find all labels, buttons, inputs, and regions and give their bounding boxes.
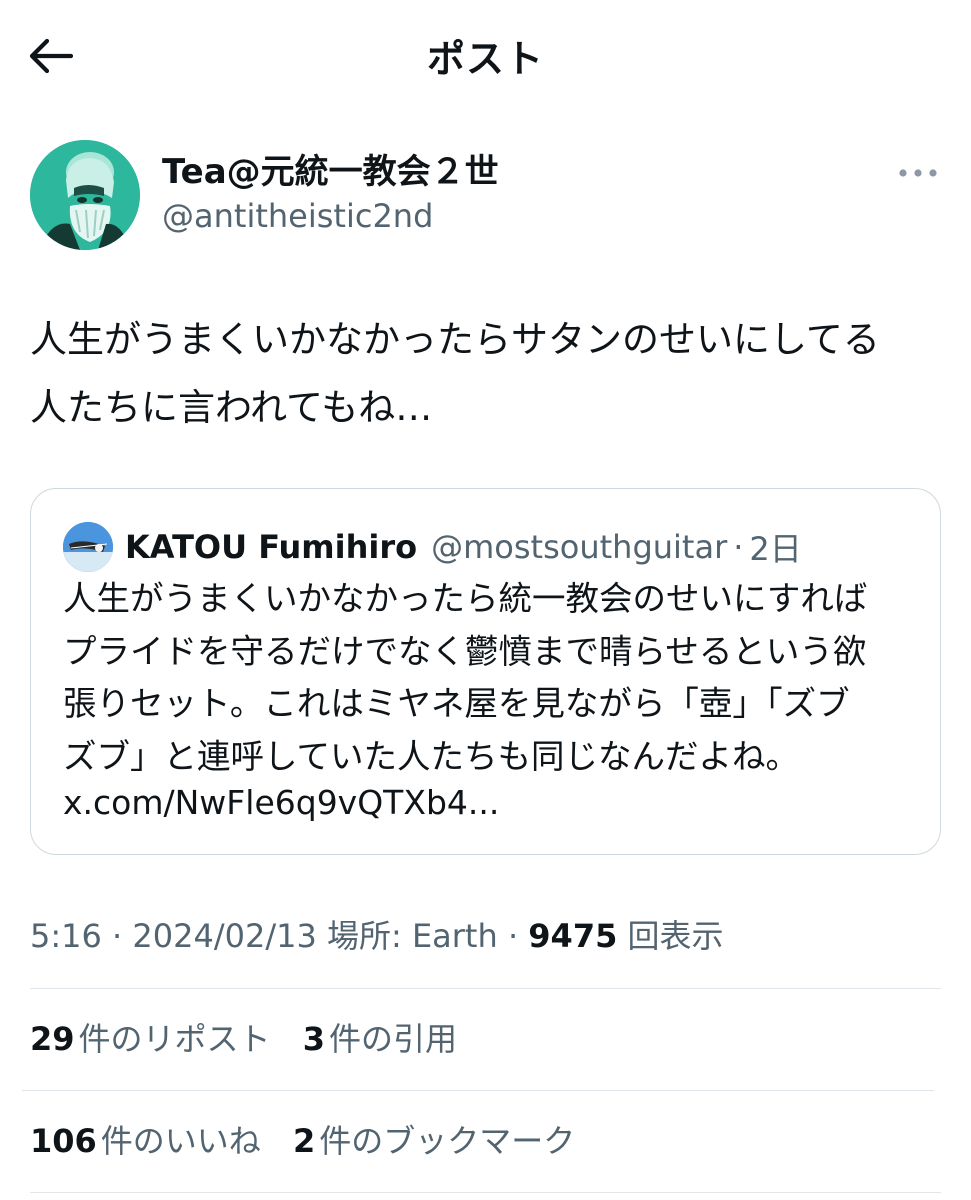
likes-label: 件のいいね xyxy=(100,1122,261,1160)
quoted-post-card[interactable]: KATOU Fumihiro @mostsouthguitar · 2日 人生が… xyxy=(30,488,941,855)
likes-count: 106 xyxy=(30,1122,97,1160)
repost-stats-row: 29 件のリポスト 3 件の引用 xyxy=(30,1013,479,1065)
likes-stat[interactable]: 106 件のいいね xyxy=(30,1122,261,1160)
quoted-text-line: ズブ」と連呼していた人たちも同じなんだよね。 xyxy=(63,736,799,776)
like-stats-row: 106 件のいいね 2 件のブックマーク xyxy=(30,1115,597,1167)
author-handle[interactable]: @antitheistic2nd xyxy=(162,194,499,238)
divider xyxy=(30,1192,941,1193)
divider xyxy=(30,988,941,989)
reposts-count: 29 xyxy=(30,1020,75,1058)
quoted-avatar xyxy=(63,522,113,572)
more-horizontal-icon xyxy=(899,169,937,177)
reposts-stat[interactable]: 29 件のリポスト xyxy=(30,1020,271,1058)
post-meta: 5:16 · 2024/02/13 場所: Earth · 9475 回表示 xyxy=(30,917,724,955)
post-text-line: 人生がうまくいかなかったらサタンのせいにしてる xyxy=(30,318,880,361)
divider xyxy=(22,1090,934,1091)
views-label: 回表示 xyxy=(627,917,724,955)
post-text: 人生がうまくいかなかったらサタンのせいにしてる 人たちに言われてもね… xyxy=(30,306,950,442)
quoted-text-line: 人生がうまくいかなかったら統一教会のせいにすれば xyxy=(63,579,868,618)
post-author: Tea@元統一教会２世 @antitheistic2nd xyxy=(30,140,941,252)
quotes-count: 3 xyxy=(302,1020,325,1058)
top-bar: ポスト xyxy=(0,0,971,110)
reposts-label: 件のリポスト xyxy=(78,1020,271,1058)
post-detail-page: ポスト Tea@元統一教会２世 @antitheistic2nd 人生がうまくい… xyxy=(0,0,971,1200)
author-display-name[interactable]: Tea@元統一教会２世 xyxy=(162,150,499,194)
quoted-author-handle[interactable]: @mostsouthguitar xyxy=(431,528,727,566)
avatar[interactable] xyxy=(30,140,140,250)
quoted-post-link[interactable]: x.com/NwFle6q9vQTXb4... xyxy=(63,777,499,829)
quoted-text-line: プライドを守るだけでなく鬱憤まで晴らせるという欲 xyxy=(63,631,867,671)
more-options-button[interactable] xyxy=(895,158,941,188)
post-location: 場所: Earth xyxy=(326,917,498,955)
quoted-author-name[interactable]: KATOU Fumihiro xyxy=(125,528,417,566)
portrait-illustration xyxy=(30,140,140,250)
quoted-timestamp[interactable]: 2日 xyxy=(749,524,801,570)
bookmarks-label: 件のブックマーク xyxy=(319,1122,576,1160)
quoted-post-header: KATOU Fumihiro @mostsouthguitar · 2日 xyxy=(63,521,802,573)
quoted-text-line: 張りセット。これはミヤネ屋を見ながら「壺」「ズブ xyxy=(63,684,850,723)
page-title: ポスト xyxy=(426,37,544,81)
quoted-separator: · xyxy=(733,528,744,566)
quoted-post-text: 人生がうまくいかなかったら統一教会のせいにすれば プライドを守るだけでなく鬱憤ま… xyxy=(63,573,923,783)
quotes-label: 件の引用 xyxy=(328,1020,457,1058)
bookmarks-stat[interactable]: 2 件のブックマーク xyxy=(293,1122,575,1160)
guitar-photo-thumbnail xyxy=(63,522,113,572)
quotes-stat[interactable]: 3 件の引用 xyxy=(303,1020,457,1058)
post-time[interactable]: 5:16 xyxy=(30,917,102,955)
author-names: Tea@元統一教会２世 @antitheistic2nd xyxy=(162,150,499,238)
views-count: 9475 xyxy=(528,917,618,955)
bookmarks-count: 2 xyxy=(292,1122,316,1160)
post-date[interactable]: 2024/02/13 xyxy=(132,917,316,955)
post-text-line: 人たちに言われてもね… xyxy=(30,386,433,429)
